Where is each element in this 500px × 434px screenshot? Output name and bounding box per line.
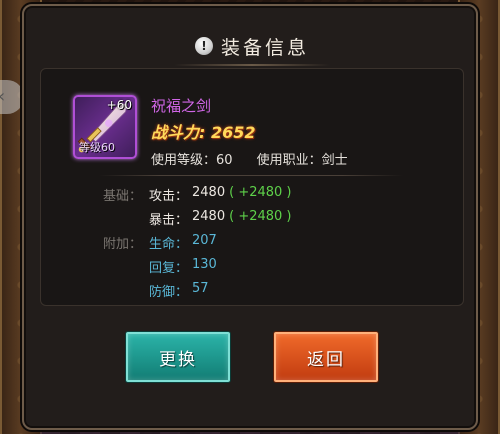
stat-row-defense: 防御： 57 [103,281,209,300]
extra-stats-spacer [103,281,145,300]
stat-name: 防御： [149,285,189,300]
stat-name: 攻击： [149,189,189,204]
combat-power-label: 战斗力: [151,123,206,142]
stat-value: 207 [192,233,217,248]
stat-name: 回复： [149,261,189,276]
required-level-value: 60 [216,153,233,168]
stat-value: 2480 [192,209,226,224]
return-button[interactable]: 返回 [274,332,378,382]
base-stats-label: 基础： [103,189,143,204]
stat-bonus: ( +2480 ) [229,209,292,224]
base-stats-spacer [103,209,145,228]
item-name: 祝福之剑 [151,97,212,115]
required-class-label: 使用职业： [256,153,322,168]
item-icon-slot[interactable]: +60 等级60 [73,95,137,159]
stat-value: 57 [192,281,209,296]
requirements-row: 使用等级：60 使用职业：剑士 [151,149,348,168]
stat-name: 生命： [149,237,189,252]
stat-row-crit: 暴击： 2480 ( +2480 ) [103,209,292,228]
required-level-label: 使用等级： [151,153,217,168]
stat-row-hp: 附加： 生命： 207 [103,233,217,252]
extra-stats-spacer [103,257,145,276]
stat-value: 2480 [192,185,226,200]
stat-value: 130 [192,257,217,272]
equipment-info-dialog: ! 装备信息 +60 等级60 祝福之剑 战斗力: 2652 使用等级：60 使… [22,4,478,430]
item-info-panel: +60 等级60 祝福之剑 战斗力: 2652 使用等级：60 使用职业：剑士 … [40,68,464,306]
required-level: 使用等级：60 [151,149,233,168]
stat-row-regen: 回复： 130 [103,257,217,276]
required-class-value: 剑士 [321,153,348,168]
stat-row-attack: 基础： 攻击： 2480 ( +2480 ) [103,185,292,204]
stat-bonus: ( +2480 ) [229,185,292,200]
combat-power: 战斗力: 2652 [151,119,256,143]
stat-name: 暴击： [149,213,189,228]
item-level-tag: 等级60 [79,141,115,154]
enhance-level: +60 [106,98,132,112]
required-class: 使用职业：剑士 [257,149,348,168]
title-divider [174,64,330,66]
exclamation-icon: ! [194,37,213,55]
replace-button[interactable]: 更换 [126,332,230,382]
dialog-title: 装备信息 [220,36,309,59]
combat-power-value: 2652 [210,123,256,142]
dialog-header: ! 装备信息 [154,26,350,66]
extra-stats-label: 附加： [103,237,143,252]
stats-divider [99,175,403,176]
chevron-left-icon: ‹ [0,86,5,107]
